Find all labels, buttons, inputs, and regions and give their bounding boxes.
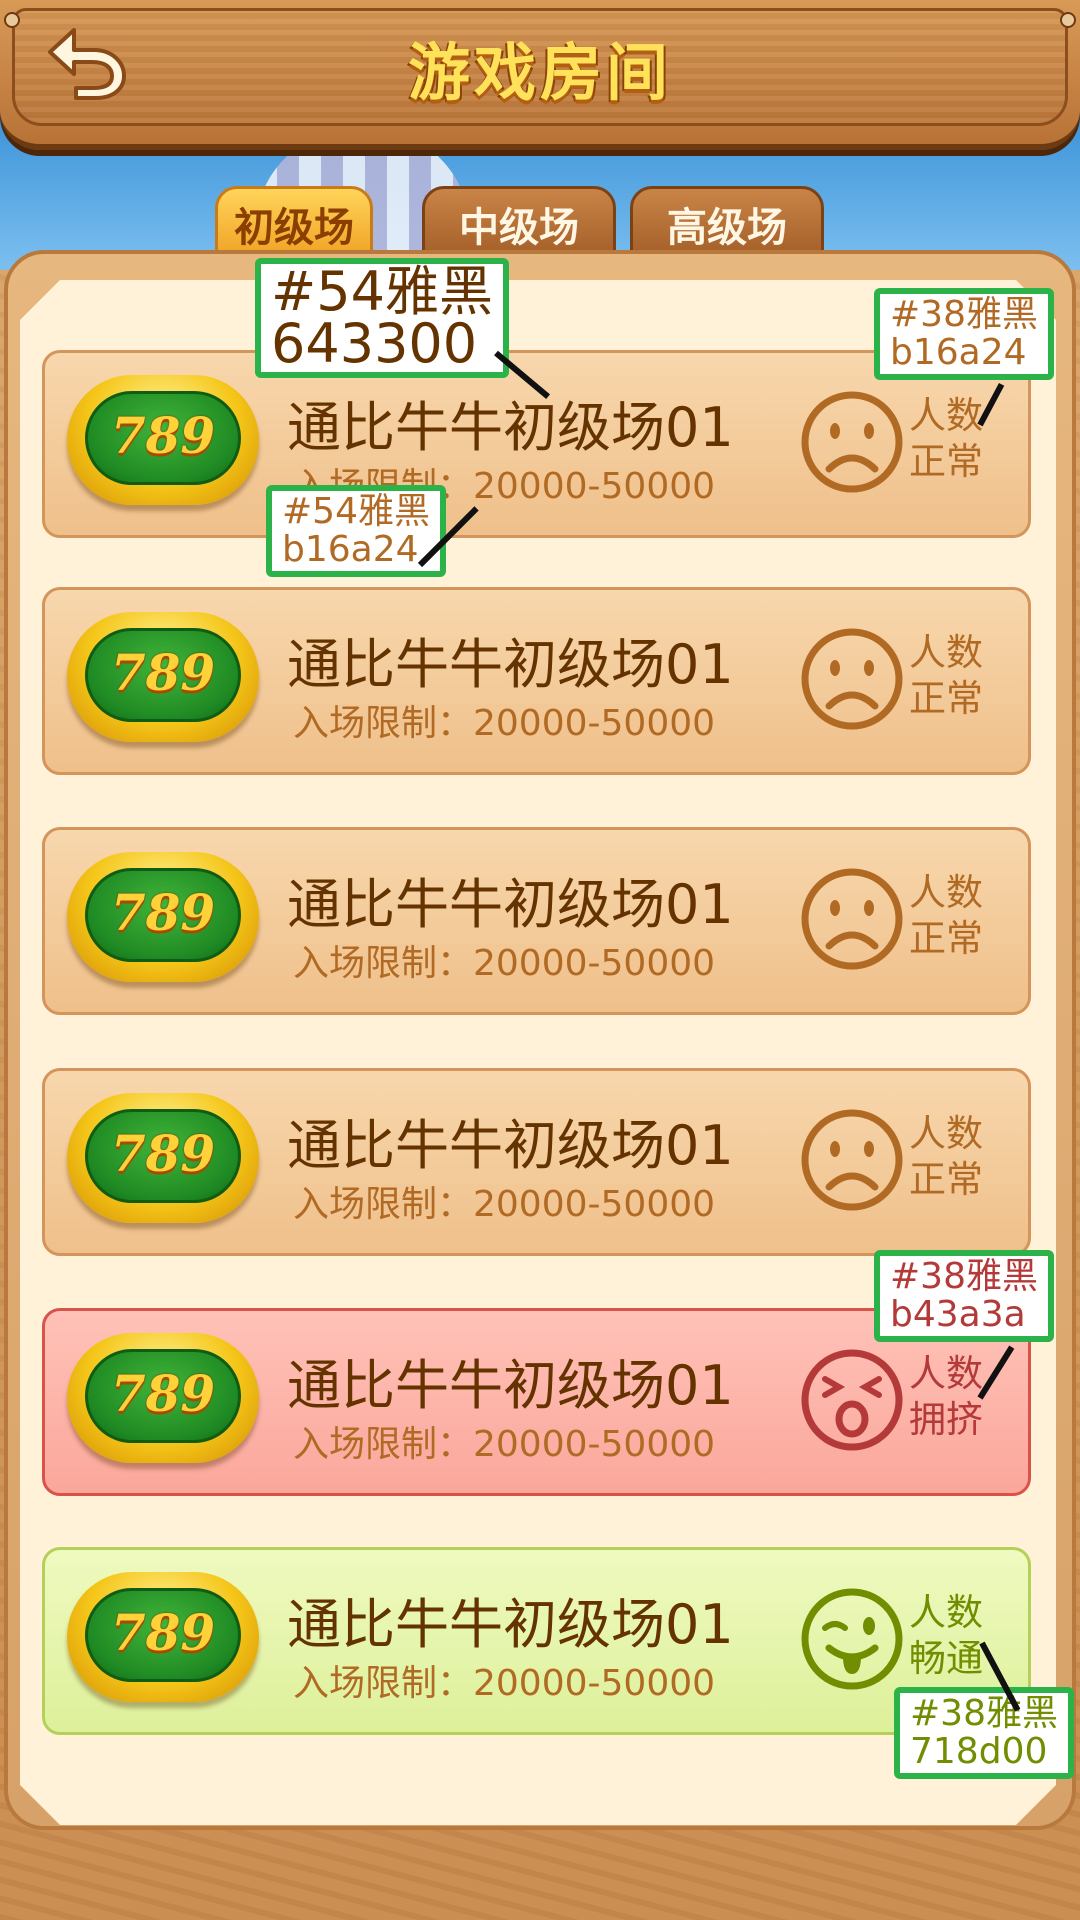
room-row[interactable]: 789 通比牛牛初级场01 入场限制：20000-50000 人数 正常 bbox=[42, 1068, 1031, 1256]
game-logo-icon: 789 bbox=[67, 612, 259, 742]
annotation-line1: #38雅黑 bbox=[890, 294, 1038, 335]
annotation-line2: 643300 bbox=[271, 312, 478, 375]
annotation-callout: #54雅黑 643300 bbox=[255, 258, 509, 378]
game-logo-icon: 789 bbox=[67, 1572, 259, 1702]
logo-badge: 789 bbox=[85, 628, 241, 722]
room-entry-limit: 入场限制：20000-50000 bbox=[293, 703, 716, 744]
room-row[interactable]: 789 通比牛牛初级场01 入场限制：20000-50000 人数 正常 bbox=[42, 827, 1031, 1015]
game-logo-icon: 789 bbox=[67, 375, 259, 505]
annotation-line1: #38雅黑 bbox=[910, 1693, 1058, 1734]
wink-tongue-face-icon bbox=[801, 1588, 903, 1690]
logo-text: 789 bbox=[110, 643, 216, 702]
annotation-callout: #38雅黑 718d00 bbox=[894, 1687, 1074, 1779]
room-name: 通比牛牛初级场01 bbox=[287, 1114, 734, 1177]
room-status: 人数 畅通 bbox=[909, 1591, 983, 1680]
game-logo-icon: 789 bbox=[67, 1333, 259, 1463]
room-name: 通比牛牛初级场01 bbox=[287, 1354, 734, 1417]
annotation-line2: 718d00 bbox=[910, 1731, 1048, 1772]
tab-advanced[interactable]: 高级场 bbox=[630, 186, 824, 258]
room-status: 人数 正常 bbox=[909, 871, 983, 960]
header-bar: 游戏房间 bbox=[0, 0, 1080, 150]
room-status: 人数 正常 bbox=[909, 631, 983, 720]
logo-text: 789 bbox=[110, 1603, 216, 1662]
room-entry-limit: 入场限制：20000-50000 bbox=[293, 1663, 716, 1704]
logo-text: 789 bbox=[110, 1364, 216, 1423]
sad-face-icon bbox=[801, 1109, 903, 1211]
logo-badge: 789 bbox=[85, 868, 241, 962]
annotation-line1: #54雅黑 bbox=[271, 260, 493, 323]
room-entry-limit: 入场限制：20000-50000 bbox=[293, 943, 716, 984]
game-logo-icon: 789 bbox=[67, 1093, 259, 1223]
annotation-callout: #38雅黑 b16a24 bbox=[874, 288, 1054, 380]
logo-badge: 789 bbox=[85, 391, 241, 485]
sad-face-icon bbox=[801, 628, 903, 730]
annotation-line2: b16a24 bbox=[282, 529, 419, 570]
annotation-line1: #38雅黑 bbox=[890, 1256, 1038, 1297]
sad-face-icon bbox=[801, 391, 903, 493]
logo-text: 789 bbox=[110, 1124, 216, 1183]
logo-text: 789 bbox=[110, 406, 216, 465]
room-entry-limit: 入场限制：20000-50000 bbox=[293, 1424, 716, 1465]
room-row[interactable]: 789 通比牛牛初级场01 入场限制：20000-50000 人数 正常 bbox=[42, 587, 1031, 775]
annotation-line2: b16a24 bbox=[890, 332, 1027, 373]
logo-badge: 789 bbox=[85, 1588, 241, 1682]
logo-badge: 789 bbox=[85, 1349, 241, 1443]
room-name: 通比牛牛初级场01 bbox=[287, 1593, 734, 1656]
room-row[interactable]: 789 通比牛牛初级场01 入场限制：20000-50000 人数 畅通 bbox=[42, 1547, 1031, 1735]
logo-text: 789 bbox=[110, 883, 216, 942]
room-name: 通比牛牛初级场01 bbox=[287, 633, 734, 696]
annotation-line2: b43a3a bbox=[890, 1294, 1026, 1335]
room-name: 通比牛牛初级场01 bbox=[287, 873, 734, 936]
shocked-face-icon bbox=[801, 1349, 903, 1451]
game-logo-icon: 789 bbox=[67, 852, 259, 982]
room-entry-limit: 入场限制：20000-50000 bbox=[293, 1184, 716, 1225]
tab-beginner[interactable]: 初级场 bbox=[215, 186, 373, 258]
sad-face-icon bbox=[801, 868, 903, 970]
annotation-line1: #54雅黑 bbox=[282, 491, 430, 532]
page-title: 游戏房间 bbox=[407, 36, 672, 109]
room-status: 人数 正常 bbox=[909, 1112, 983, 1201]
tab-intermediate[interactable]: 中级场 bbox=[422, 186, 616, 258]
logo-badge: 789 bbox=[85, 1109, 241, 1203]
room-name: 通比牛牛初级场01 bbox=[287, 396, 734, 459]
room-status: 人数 拥挤 bbox=[909, 1352, 983, 1441]
annotation-callout: #38雅黑 b43a3a bbox=[874, 1250, 1054, 1342]
